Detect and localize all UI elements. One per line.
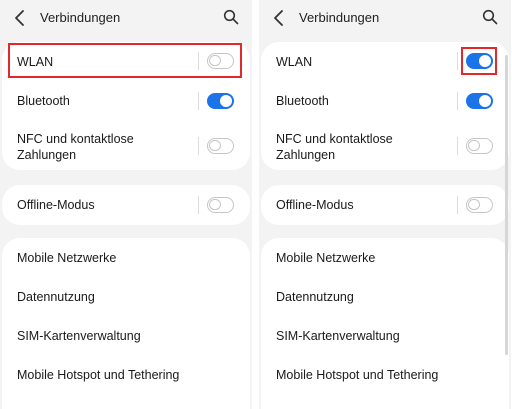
divider: [198, 196, 199, 214]
menu-item-label: Mobile Hotspot und Tethering: [276, 368, 439, 382]
toggle-knob: [468, 198, 480, 211]
toggle-knob: [209, 139, 221, 152]
menu-item-label: Datennutzung: [276, 290, 354, 304]
bluetooth-row[interactable]: Bluetooth: [261, 81, 509, 121]
wlan-label: WLAN: [276, 55, 313, 69]
divider: [457, 137, 458, 155]
menu-item-sim-manager[interactable]: SIM-Kartenverwaltung: [261, 316, 509, 355]
network-menu-card: Mobile Netzwerke Datennutzung SIM-Karten…: [261, 238, 509, 409]
menu-item-label: Mobile Netzwerke: [276, 251, 376, 265]
menu-item-label: Mobile Netzwerke: [17, 251, 117, 265]
toggle-knob: [479, 95, 491, 107]
bluetooth-label: Bluetooth: [276, 94, 329, 108]
offline-mode-label: Offline-Modus: [276, 198, 354, 212]
menu-item-mobile-networks[interactable]: Mobile Netzwerke: [261, 238, 509, 277]
connectivity-card: WLAN Bluetooth NFC und kontaktlose Zahlu…: [261, 42, 509, 170]
divider: [457, 196, 458, 214]
menu-item-label: SIM-Kartenverwaltung: [17, 329, 141, 343]
comparison-screenshot: Verbindungen WLAN Bluetooth NFC und kont…: [0, 0, 512, 409]
bluetooth-label: Bluetooth: [17, 94, 70, 108]
menu-item-sim-manager[interactable]: SIM-Kartenverwaltung: [2, 316, 250, 355]
offline-mode-row[interactable]: Offline-Modus: [2, 185, 250, 225]
divider: [457, 52, 458, 70]
chevron-left-icon[interactable]: [272, 9, 286, 27]
offline-card: Offline-Modus: [261, 185, 509, 225]
bluetooth-toggle[interactable]: [466, 93, 493, 109]
menu-item-label: Mobile Hotspot und Tethering: [17, 368, 180, 382]
menu-item-data-usage[interactable]: Datennutzung: [261, 277, 509, 316]
connectivity-card: WLAN Bluetooth NFC und kontaktlose Zahlu…: [2, 42, 250, 170]
connections-screen-after: Verbindungen WLAN Bluetooth NFC und kont…: [259, 0, 511, 409]
page-title: Verbindungen: [40, 10, 121, 25]
scrollbar[interactable]: [505, 55, 508, 355]
wlan-row[interactable]: WLAN: [2, 42, 250, 81]
menu-item-hotspot-tethering[interactable]: Mobile Hotspot und Tethering: [2, 355, 250, 395]
page-title: Verbindungen: [299, 10, 380, 25]
menu-item-label: Datennutzung: [17, 290, 95, 304]
bluetooth-toggle[interactable]: [207, 93, 234, 109]
wlan-toggle[interactable]: [466, 53, 493, 69]
toggle-knob: [468, 139, 480, 152]
wlan-toggle[interactable]: [207, 53, 234, 69]
menu-item-hotspot-tethering[interactable]: Mobile Hotspot und Tethering: [261, 355, 509, 395]
toggle-knob: [479, 55, 491, 67]
offline-card: Offline-Modus: [2, 185, 250, 225]
menu-item-label: SIM-Kartenverwaltung: [276, 329, 400, 343]
offline-mode-label: Offline-Modus: [17, 198, 95, 212]
divider: [457, 92, 458, 110]
nfc-label-line1: NFC und kontaktlose: [276, 132, 393, 146]
app-header: Verbindungen: [0, 0, 252, 38]
app-header: Verbindungen: [259, 0, 511, 38]
search-icon[interactable]: [223, 9, 239, 25]
wlan-row[interactable]: WLAN: [261, 42, 509, 81]
search-icon[interactable]: [482, 9, 498, 25]
connections-screen-before: Verbindungen WLAN Bluetooth NFC und kont…: [0, 0, 252, 409]
menu-item-data-usage[interactable]: Datennutzung: [2, 277, 250, 316]
nfc-row[interactable]: NFC und kontaktlose Zahlungen: [261, 121, 509, 170]
nfc-label-line2: Zahlungen: [276, 148, 336, 162]
nfc-row[interactable]: NFC und kontaktlose Zahlungen: [2, 121, 250, 170]
toggle-knob: [209, 198, 221, 211]
wlan-label: WLAN: [17, 55, 54, 69]
nfc-toggle[interactable]: [207, 138, 234, 154]
offline-mode-toggle[interactable]: [466, 197, 493, 213]
offline-mode-toggle[interactable]: [207, 197, 234, 213]
offline-mode-row[interactable]: Offline-Modus: [261, 185, 509, 225]
divider: [198, 52, 199, 70]
nfc-label-line1: NFC und kontaktlose: [17, 132, 134, 146]
nfc-toggle[interactable]: [466, 138, 493, 154]
divider: [198, 137, 199, 155]
toggle-knob: [220, 95, 232, 107]
nfc-label-line2: Zahlungen: [17, 148, 77, 162]
divider: [198, 92, 199, 110]
bluetooth-row[interactable]: Bluetooth: [2, 81, 250, 121]
menu-item-mobile-networks[interactable]: Mobile Netzwerke: [2, 238, 250, 277]
toggle-knob: [209, 54, 221, 67]
chevron-left-icon[interactable]: [13, 9, 27, 27]
network-menu-card: Mobile Netzwerke Datennutzung SIM-Karten…: [2, 238, 250, 409]
